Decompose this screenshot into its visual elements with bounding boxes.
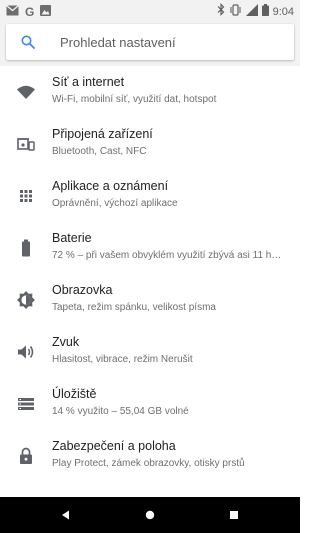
photos-icon <box>40 3 52 21</box>
settings-item-network[interactable]: Síť a internet Wi-Fi, mobilní síť, využi… <box>0 67 300 119</box>
wifi-icon <box>16 82 36 102</box>
status-bar: G 9:04 <box>0 0 300 20</box>
vibrate-icon <box>229 3 242 21</box>
home-icon[interactable] <box>142 507 158 523</box>
back-icon[interactable] <box>58 507 74 523</box>
lock-icon <box>16 446 36 466</box>
volume-icon <box>16 342 36 362</box>
item-subtitle: Hlasitost, vibrace, režim Nerušit <box>52 354 193 365</box>
item-subtitle: Tapeta, režim spánku, velikost písma <box>52 302 216 313</box>
item-subtitle: Bluetooth, Cast, NFC <box>52 146 147 157</box>
settings-item-apps[interactable]: Aplikace a oznámení Oprávnění, výchozí a… <box>0 171 300 223</box>
item-title: Zabezpečení a poloha <box>52 439 176 453</box>
settings-item-battery[interactable]: Baterie 72 % – při vašem obvyklém využit… <box>0 223 300 275</box>
apps-icon <box>16 186 36 206</box>
settings-item-sound[interactable]: Zvuk Hlasitost, vibrace, režim Nerušit <box>0 327 300 379</box>
settings-item-display[interactable]: Obrazovka Tapeta, režim spánku, velikost… <box>0 275 300 327</box>
search-icon <box>21 35 35 49</box>
battery-icon <box>16 238 36 258</box>
item-title: Zvuk <box>52 335 80 349</box>
item-title: Úložiště <box>52 387 97 401</box>
recents-icon[interactable] <box>226 507 242 523</box>
item-subtitle: Play Protect, zámek obrazovky, otisky pr… <box>52 458 245 469</box>
item-title: Baterie <box>52 231 92 245</box>
item-subtitle: 72 % – při vašem obvyklém využití zbývá … <box>52 250 282 261</box>
item-title: Aplikace a oznámení <box>52 179 169 193</box>
settings-item-connected-devices[interactable]: Připojená zařízení Bluetooth, Cast, NFC <box>0 119 300 171</box>
storage-icon <box>16 394 36 414</box>
item-title: Síť a internet <box>52 75 125 89</box>
gmail-icon <box>6 3 19 21</box>
status-time: 9:04 <box>272 6 294 18</box>
brightness-icon <box>16 290 36 310</box>
battery-icon <box>261 3 269 21</box>
google-icon: G <box>25 5 35 19</box>
item-subtitle: Wi-Fi, mobilní síť, využití dat, hotspot <box>52 94 217 105</box>
bluetooth-icon <box>217 3 225 21</box>
search-bar[interactable]: Prohledat nastavení <box>6 24 294 60</box>
devices-icon <box>16 134 36 154</box>
wifi-signal-icon <box>245 3 258 21</box>
item-subtitle: Oprávnění, výchozí aplikace <box>52 198 178 209</box>
search-input[interactable]: Prohledat nastavení <box>60 35 176 50</box>
item-subtitle: 14 % využito – 55,04 GB volné <box>52 406 189 417</box>
settings-item-security[interactable]: Zabezpečení a poloha Play Protect, zámek… <box>0 431 300 483</box>
search-area: Prohledat nastavení <box>0 20 300 66</box>
item-title: Připojená zařízení <box>52 127 153 141</box>
item-title: Obrazovka <box>52 283 113 297</box>
navigation-bar <box>0 497 300 533</box>
settings-item-storage[interactable]: Úložiště 14 % využito – 55,04 GB volné <box>0 379 300 431</box>
settings-list: Síť a internet Wi-Fi, mobilní síť, využi… <box>0 66 300 497</box>
